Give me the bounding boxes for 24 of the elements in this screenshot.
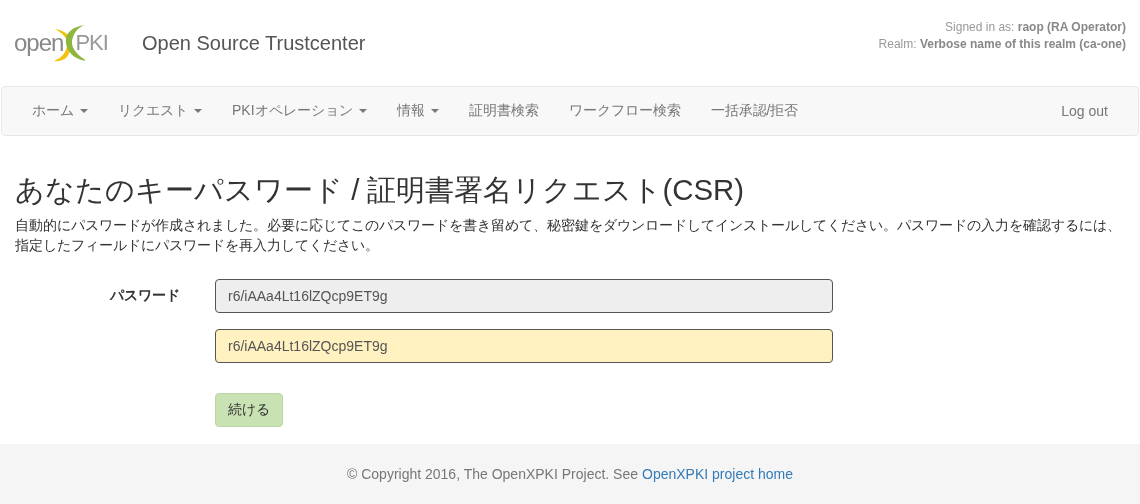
caret-icon	[430, 109, 439, 113]
nav-item[interactable]: ワークフロー検索	[553, 102, 696, 120]
user-info: Signed in as: raop (RA Operator)	[945, 19, 1126, 34]
nav-item[interactable]: ホーム	[17, 102, 103, 120]
project-home-link[interactable]: OpenXPKI project home	[642, 466, 793, 482]
description: 自動的にパスワードが作成されました。必要に応じてこのパスワードを書き留めて、秘密鍵をダウンロードしてインストールしてください。パスワードの入力を確認するには、指定したフィールドにパスワードを再入力してください。	[15, 216, 1122, 256]
caret-icon	[358, 109, 367, 113]
password-field[interactable]: r6/iAAa4Lt16lZQcp9ET9g	[215, 279, 833, 314]
logout-link[interactable]: Log out	[1046, 103, 1123, 119]
nav-item[interactable]: 情報	[381, 102, 454, 120]
nav-item[interactable]: 一括承認/拒否	[695, 102, 814, 120]
user-info: Realm: Verbose name of this realm (ca-one)	[878, 36, 1126, 51]
nav-item[interactable]: リクエスト	[103, 102, 217, 120]
password-field[interactable]: r6/iAAa4Lt16lZQcp9ET9g	[215, 329, 833, 364]
caret-icon	[194, 109, 202, 113]
continue-button[interactable]: 続ける	[215, 393, 283, 428]
nav-item[interactable]: PKIオペレーション	[217, 102, 382, 120]
logo: open PKI	[14, 23, 142, 63]
page-heading: あなたのキーパスワード / 証明書署名リクエスト(CSR)	[15, 172, 746, 208]
field-label: パスワード	[108, 287, 181, 306]
caret-icon	[80, 109, 88, 113]
footer-text: © Copyright 2016, The OpenXPKI Project. See	[347, 466, 638, 482]
site-title: Open Source Trustcenter	[142, 31, 366, 55]
nav-item[interactable]: 証明書検索	[453, 102, 554, 120]
